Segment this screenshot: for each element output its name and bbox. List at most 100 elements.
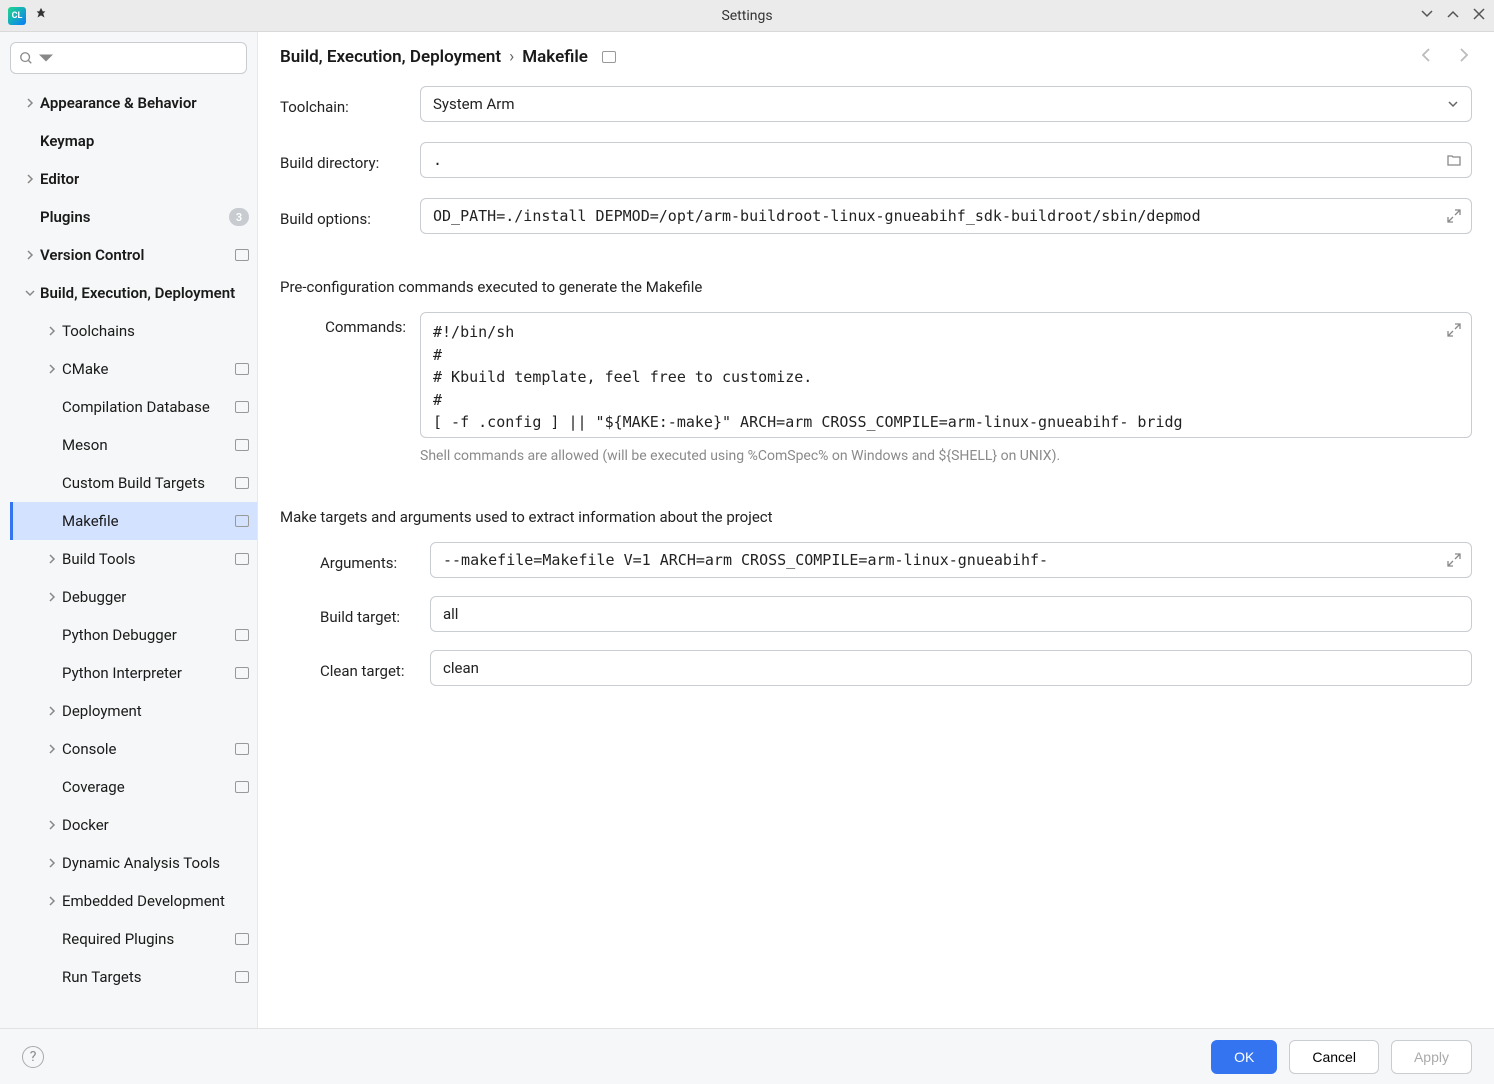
expand-icon[interactable] [1446, 552, 1462, 568]
search-input-wrap[interactable] [10, 42, 247, 74]
sidebar-item[interactable]: Python Interpreter [10, 654, 257, 692]
sidebar-item-label: Editor [40, 170, 79, 188]
commands-hint: Shell commands are allowed (will be exec… [420, 448, 1472, 464]
toolchain-label: Toolchain: [280, 92, 420, 116]
chevron-icon [22, 174, 38, 184]
chevron-icon [22, 288, 38, 298]
sidebar-item-label: Makefile [62, 512, 119, 530]
sidebar-item-label: Appearance & Behavior [40, 94, 197, 112]
sidebar-item[interactable]: Makefile [10, 502, 257, 540]
build-directory-label: Build directory: [280, 148, 420, 172]
badge: 3 [229, 208, 249, 226]
sidebar-item[interactable]: Compilation Database [10, 388, 257, 426]
sidebar-item[interactable]: CMake [10, 350, 257, 388]
project-scope-icon [235, 743, 249, 755]
sidebar-item-label: Build Tools [62, 550, 136, 568]
build-options-input[interactable] [420, 198, 1472, 234]
commands-textarea[interactable] [420, 312, 1472, 438]
sidebar-item[interactable]: Dynamic Analysis Tools [10, 844, 257, 882]
sidebar-item[interactable]: Python Debugger [10, 616, 257, 654]
sidebar-item-label: Deployment [62, 702, 142, 720]
arguments-label: Arguments: [320, 548, 430, 572]
preconfig-section-label: Pre-configuration commands executed to g… [280, 278, 1472, 296]
chevron-icon [22, 98, 38, 108]
project-scope-icon [235, 401, 249, 413]
project-scope-icon [602, 51, 616, 63]
close-icon[interactable] [1472, 7, 1486, 25]
project-scope-icon [235, 515, 249, 527]
chevron-icon [44, 592, 60, 602]
sidebar-item[interactable]: Meson [10, 426, 257, 464]
sidebar-item[interactable]: Coverage [10, 768, 257, 806]
pin-icon[interactable] [34, 7, 48, 25]
sidebar-item[interactable]: Console [10, 730, 257, 768]
dropdown-icon[interactable] [39, 51, 53, 65]
sidebar-item-label: Docker [62, 816, 109, 834]
sidebar-item-label: Toolchains [62, 322, 135, 340]
sidebar-item[interactable]: Docker [10, 806, 257, 844]
sidebar-item-label: Coverage [62, 778, 125, 796]
sidebar-item[interactable]: Debugger [10, 578, 257, 616]
build-directory-input[interactable] [420, 142, 1472, 178]
sidebar-item-label: Plugins [40, 208, 90, 226]
sidebar-item-label: Python Debugger [62, 626, 177, 644]
breadcrumb-parent: Build, Execution, Deployment [280, 47, 501, 67]
settings-tree[interactable]: Appearance & Behavior Keymap Editor Plugins… [10, 84, 257, 1018]
sidebar-item[interactable]: Build, Execution, Deployment [10, 274, 257, 312]
sidebar-item-label: Custom Build Targets [62, 474, 205, 492]
sidebar-item-label: Compilation Database [62, 398, 210, 416]
sidebar-item[interactable]: Embedded Development [10, 882, 257, 920]
sidebar-item[interactable]: Appearance & Behavior [10, 84, 257, 122]
sidebar-item-label: Run Targets [62, 968, 141, 986]
toolchain-select[interactable]: System Arm [420, 86, 1472, 122]
arguments-input[interactable] [430, 542, 1472, 578]
sidebar-item[interactable]: Deployment [10, 692, 257, 730]
sidebar-item-label: Dynamic Analysis Tools [62, 854, 220, 872]
project-scope-icon [235, 363, 249, 375]
folder-browse-icon[interactable] [1446, 152, 1462, 168]
build-target-label: Build target: [320, 602, 430, 626]
sidebar-item-label: Build, Execution, Deployment [40, 284, 235, 302]
sidebar-item-label: Version Control [40, 246, 144, 264]
sidebar-item[interactable]: Required Plugins [10, 920, 257, 958]
nav-back-icon[interactable] [1418, 46, 1436, 68]
cancel-button[interactable]: Cancel [1289, 1040, 1379, 1074]
targets-section-label: Make targets and arguments used to extra… [280, 508, 1472, 526]
minimize-icon[interactable] [1420, 7, 1434, 25]
chevron-icon [44, 896, 60, 906]
apply-button: Apply [1391, 1040, 1472, 1074]
chevron-icon [44, 858, 60, 868]
sidebar-item-label: Console [62, 740, 117, 758]
search-input[interactable] [59, 51, 238, 66]
expand-icon[interactable] [1446, 322, 1462, 338]
chevron-icon [22, 250, 38, 260]
sidebar-item[interactable]: Version Control [10, 236, 257, 274]
ok-button[interactable]: OK [1211, 1040, 1277, 1074]
nav-forward-icon[interactable] [1454, 46, 1472, 68]
sidebar-item[interactable]: Keymap [10, 122, 257, 160]
chevron-icon [44, 820, 60, 830]
sidebar-item[interactable]: Plugins 3 [10, 198, 257, 236]
maximize-icon[interactable] [1446, 7, 1460, 25]
sidebar-item[interactable]: Run Targets [10, 958, 257, 996]
clean-target-input[interactable] [430, 650, 1472, 686]
project-scope-icon [235, 781, 249, 793]
help-icon[interactable]: ? [22, 1046, 44, 1068]
project-scope-icon [235, 439, 249, 451]
project-scope-icon [235, 249, 249, 261]
clean-target-label: Clean target: [320, 656, 430, 680]
titlebar: CL Settings [0, 0, 1494, 32]
window-title: Settings [721, 8, 772, 24]
sidebar-item[interactable]: Editor [10, 160, 257, 198]
build-target-input[interactable] [430, 596, 1472, 632]
sidebar-item[interactable]: Custom Build Targets [10, 464, 257, 502]
sidebar-item-label: CMake [62, 360, 108, 378]
dialog-footer: ? OK Cancel Apply [0, 1028, 1494, 1084]
search-icon [19, 51, 33, 65]
expand-icon[interactable] [1446, 208, 1462, 224]
chevron-icon [44, 364, 60, 374]
chevron-icon [44, 326, 60, 336]
sidebar-item[interactable]: Build Tools [10, 540, 257, 578]
breadcrumb-current: Makefile [522, 47, 588, 67]
sidebar-item[interactable]: Toolchains [10, 312, 257, 350]
